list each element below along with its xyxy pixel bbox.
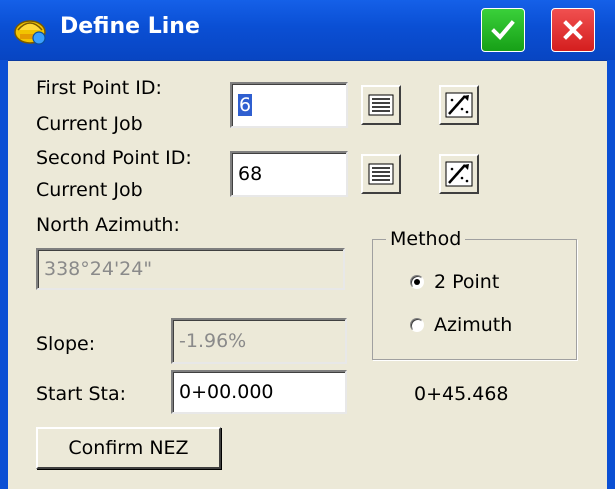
method-group-title: Method: [386, 226, 466, 252]
north-azimuth-value: 338°24'24": [44, 258, 153, 280]
map-pick-icon: [445, 161, 473, 187]
list-icon: [368, 163, 394, 185]
second-point-list-button[interactable]: [361, 154, 401, 194]
start-sta-input[interactable]: 0+00.000: [171, 370, 347, 414]
first-point-source-label: Current Job: [36, 113, 143, 135]
second-point-input[interactable]: 68: [230, 151, 348, 197]
radio-unselected-icon: [410, 318, 424, 332]
second-point-value: 68: [238, 163, 263, 185]
start-sta-label: Start Sta:: [36, 383, 127, 405]
close-button[interactable]: [551, 8, 595, 52]
first-point-input[interactable]: 6: [230, 82, 348, 128]
close-x-icon: [563, 20, 583, 40]
checkmark-icon: [491, 20, 515, 40]
list-icon: [368, 94, 394, 116]
start-sta-value: 0+00.000: [179, 381, 274, 403]
first-point-label: First Point ID:: [36, 77, 162, 99]
second-point-source-label: Current Job: [36, 179, 143, 201]
north-azimuth-label: North Azimuth:: [36, 214, 180, 236]
window-frame-right: [607, 60, 615, 489]
north-azimuth-field: 338°24'24": [36, 248, 345, 290]
second-point-label: Second Point ID:: [36, 147, 192, 169]
title-bar: Define Line: [0, 0, 615, 61]
ok-button[interactable]: [481, 8, 525, 52]
end-sta-value: 0+45.468: [414, 383, 509, 405]
method-option-label: 2 Point: [434, 271, 500, 293]
slope-value: -1.96%: [179, 330, 247, 352]
method-radio-azimuth[interactable]: Azimuth: [410, 314, 512, 336]
window-frame-left: [0, 60, 8, 489]
method-option-label: Azimuth: [434, 314, 513, 336]
method-radio-2-point[interactable]: 2 Point: [410, 271, 499, 293]
method-groupbox: [372, 239, 577, 360]
slope-label: Slope:: [36, 333, 96, 355]
first-point-list-button[interactable]: [361, 85, 401, 125]
first-point-value: 6: [238, 94, 253, 116]
window-title: Define Line: [60, 14, 200, 39]
helmet-app-icon: [14, 20, 46, 45]
first-point-map-button[interactable]: [439, 85, 479, 125]
map-pick-icon: [445, 92, 473, 118]
radio-selected-icon: [410, 275, 424, 289]
confirm-nez-button[interactable]: Confirm NEZ: [36, 427, 221, 469]
second-point-map-button[interactable]: [439, 154, 479, 194]
slope-field: -1.96%: [171, 318, 347, 364]
